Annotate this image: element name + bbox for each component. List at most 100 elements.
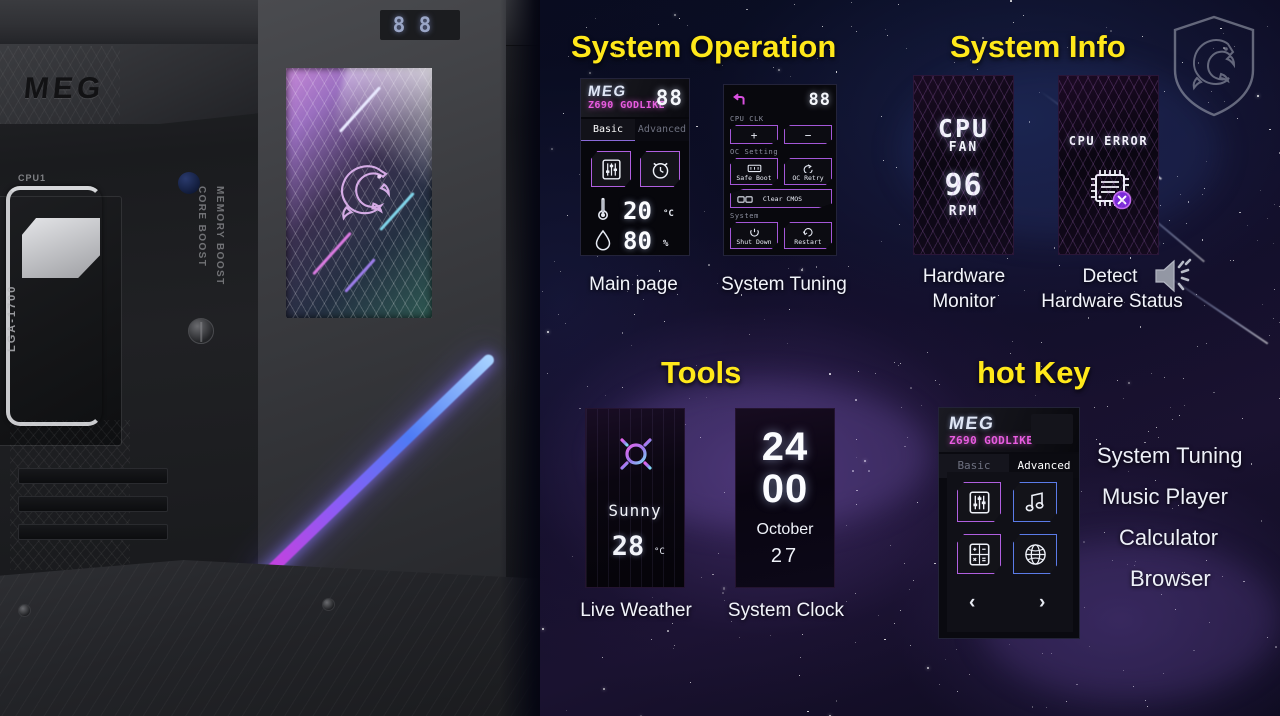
clock-day: 27 (770, 545, 800, 567)
weather-unit: °C (654, 547, 665, 557)
system-clock-device[interactable]: 24 00 October 27 (735, 408, 835, 588)
power-icon (749, 228, 759, 237)
hotkey-grid: ‹ › (947, 472, 1073, 632)
caption-hardware-monitor-line2: Monitor (932, 291, 996, 312)
debug-led-display: 8 8 (380, 10, 460, 40)
weather-condition: Sunny (608, 501, 662, 520)
pcie-slot (18, 468, 168, 484)
system-tuning-button[interactable] (591, 151, 631, 187)
safe-boot-icon (747, 164, 761, 173)
hardware-monitor-device[interactable]: CPU FAN 96 RPM (913, 75, 1014, 255)
header-blank-panel (1031, 414, 1073, 444)
caption-system-tuning: System Tuning (721, 274, 847, 295)
oc-retry-label: OC Retry (792, 174, 824, 182)
clock-minute: 00 (761, 467, 809, 511)
group-label-oc-setting: OC Setting (730, 148, 779, 156)
device-header: MEG Z690 GODLIKE (939, 408, 1079, 452)
mount-screw (322, 598, 335, 611)
caption-live-weather: Live Weather (580, 600, 692, 621)
hw-monitor-unit: RPM (948, 204, 979, 219)
group-label-cpu-clk: CPU CLK (730, 115, 764, 123)
section-title-hot-key: hot Key (977, 355, 1091, 390)
debug-code-display: 88 (655, 86, 683, 110)
music-note-icon (1025, 492, 1044, 512)
system-tuning-device[interactable]: 88 CPU CLK + − OC Setting Safe Boot OC R… (723, 84, 837, 256)
humidity-drop-icon (595, 229, 611, 251)
clock-hour: 24 (761, 425, 809, 469)
oc-retry-icon (803, 164, 813, 173)
hotkey-music-player-button[interactable] (1013, 482, 1057, 522)
sun-icon (614, 432, 658, 476)
lower-shroud (0, 560, 540, 716)
humidity-unit: % (663, 239, 669, 249)
group-label-system: System (730, 212, 759, 220)
memory-boost-silkscreen: MEMORY BOOST (214, 186, 225, 286)
restart-button[interactable]: Restart (784, 222, 832, 249)
hw-status-title: CPU ERROR (1068, 134, 1149, 148)
oc-retry-button[interactable]: OC Retry (784, 158, 832, 185)
alarm-clock-icon (652, 162, 668, 179)
msi-dragon-icon (340, 165, 390, 221)
pcie-slot (18, 496, 168, 512)
rgb-streak (344, 258, 376, 293)
globe-icon (1024, 543, 1046, 565)
shut-down-label: Shut Down (736, 238, 772, 246)
back-arrow-icon[interactable] (732, 93, 748, 109)
socket-silkscreen: LGA-1700 (6, 284, 18, 352)
pcie-slot (18, 524, 168, 540)
clock-month: October (756, 521, 814, 538)
caption-hardware-monitor-line1: Hardware (922, 266, 1006, 287)
heatsink-grid (10, 420, 130, 570)
shut-down-button[interactable]: Shut Down (730, 222, 778, 249)
section-title-system-operation: System Operation (571, 29, 837, 64)
cpu-chip-error-icon (1091, 170, 1132, 210)
meg-logo: MEG (586, 83, 628, 100)
photo-fade-edge (500, 0, 540, 716)
hotkey-list-item-browser: Browser (1130, 566, 1211, 591)
weather-temperature: 28 (611, 531, 645, 562)
model-label: Z690 GODLIKE (949, 434, 1034, 447)
model-label: Z690 GODLIKE (588, 100, 666, 111)
cpu1-silkscreen: CPU1 (18, 173, 47, 183)
hotkey-browser-button[interactable] (1013, 534, 1057, 574)
thermometer-icon (598, 197, 608, 220)
meg-board-logo: MEG (22, 72, 107, 105)
speaker-icon (1155, 258, 1192, 293)
tab-advanced[interactable]: Advanced (635, 119, 689, 141)
sliders-icon (601, 158, 621, 180)
debug-digit-left: 8 (392, 13, 406, 37)
cpu-clk-increase-button[interactable]: + (730, 125, 778, 144)
hw-monitor-subtitle: FAN (948, 140, 979, 155)
clear-cmos-label: Clear CMOS (762, 195, 803, 203)
section-title-system-info: System Info (950, 29, 1126, 64)
mount-screw (18, 604, 31, 617)
clear-cmos-icon (737, 195, 753, 203)
live-weather-device[interactable]: Sunny 28 °C (585, 408, 685, 588)
screenshot-stage: MEG CPU1 LGA-1700 CORE BOOST MEMORY BOOS… (0, 0, 1280, 716)
hotkey-prev-button[interactable]: ‹ (969, 592, 975, 614)
hardware-status-device[interactable]: CPU ERROR (1058, 75, 1159, 255)
msi-dragon-shield-logo (1173, 15, 1255, 117)
debug-digit-right: 8 (418, 13, 432, 37)
hw-monitor-value: 96 (944, 168, 983, 203)
cpu-clk-decrease-button[interactable]: − (784, 125, 832, 144)
humidity-value: 80 (623, 227, 652, 255)
temperature-value: 20 (623, 197, 652, 225)
clear-cmos-button[interactable]: Clear CMOS (730, 189, 832, 208)
main-page-device[interactable]: MEG Z690 GODLIKE 88 Basic Advanced 20 °C… (580, 78, 690, 256)
caption-system-clock: System Clock (727, 600, 845, 621)
motherboard-photo: MEG CPU1 LGA-1700 CORE BOOST MEMORY BOOS… (0, 0, 540, 716)
hw-monitor-title: CPU (937, 114, 990, 143)
oled-screen (286, 68, 432, 318)
safe-boot-button[interactable]: Safe Boot (730, 158, 778, 185)
meg-logo: MEG (947, 413, 996, 433)
hotkey-system-tuning-button[interactable] (957, 482, 1001, 522)
hotkey-next-button[interactable]: › (1039, 592, 1045, 614)
tab-basic[interactable]: Basic (581, 119, 635, 141)
hotkey-device[interactable]: MEG Z690 GODLIKE Basic Advanced ‹ › (938, 407, 1080, 639)
alarm-button[interactable] (640, 151, 680, 187)
safe-boot-label: Safe Boot (736, 174, 772, 182)
hotkey-list-item-music-player: Music Player (1102, 484, 1228, 509)
hotkey-calculator-button[interactable] (957, 534, 1001, 574)
sliders-icon (969, 490, 989, 514)
